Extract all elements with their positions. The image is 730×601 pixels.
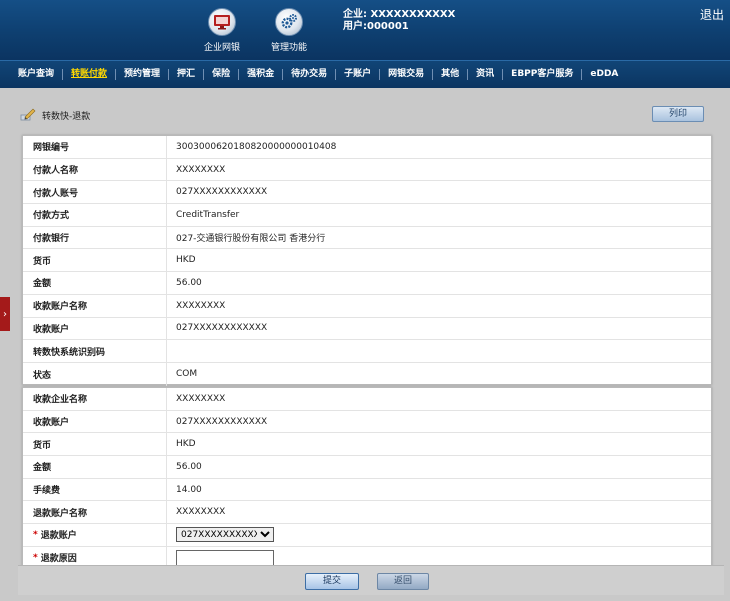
refund-row: 货币 HKD	[23, 433, 711, 457]
nav-scheduled[interactable]: 预约管理	[116, 69, 170, 80]
refund-account-row: * 退款账户 027XXXXXXXXXXXX	[23, 524, 711, 547]
refund-row: 退款账户名称 XXXXXXXX	[23, 501, 711, 525]
nav-info[interactable]: 资讯	[468, 69, 504, 80]
nav-insurance[interactable]: 保险	[204, 69, 240, 80]
main-nav: 账户查询 转账付款 预约管理 押汇 保险 强积金 待办交易 子账户 网银交易 其…	[0, 60, 730, 88]
detail-row: 收款账户名称 XXXXXXXX	[23, 294, 711, 318]
detail-row: 转数快系统识别码	[23, 340, 711, 363]
company-name: 企业: XXXXXXXXXXX	[343, 9, 456, 20]
detail-row: 付款人账号 027XXXXXXXXXXXX	[23, 181, 711, 205]
refund-panel: 收款企业名称 XXXXXXXX 收款账户 027XXXXXXXXXXXX 货币 HKD…	[22, 387, 712, 567]
detail-row: 付款银行 027-交通银行股份有限公司 香港分行	[23, 226, 711, 250]
management-label: 管理功能	[270, 43, 307, 53]
corporate-banking-label: 企业网银	[203, 43, 240, 53]
nav-edda[interactable]: eDDA	[582, 69, 626, 80]
back-button[interactable]: 返回	[377, 573, 429, 590]
management-button[interactable]: 管理功能	[264, 8, 314, 53]
page-title-text: 转数快-退款	[42, 112, 91, 122]
monitor-icon	[208, 8, 236, 36]
detail-row: 付款方式 CreditTransfer	[23, 204, 711, 227]
detail-row: 状态 COM	[23, 362, 711, 386]
top-header: 企业网银 管理功能 企业: XXXXXXXXXXX 用户:000001 退出	[0, 0, 730, 60]
detail-row: 网银编号 3003000620180820000000010408	[23, 136, 711, 159]
chevron-right-icon: ›	[3, 308, 7, 320]
user-info: 企业: XXXXXXXXXXX 用户:000001	[343, 9, 455, 33]
page-title: 转数快-退款	[20, 107, 90, 124]
refund-reason-input[interactable]	[176, 549, 274, 566]
detail-row: 金额 56.00	[23, 272, 711, 295]
required-mark: *	[33, 529, 38, 540]
refund-account-label: 退款账户	[40, 531, 77, 542]
refund-account-select[interactable]: 027XXXXXXXXXXXX	[176, 527, 274, 543]
refund-row: 手续费 14.00	[23, 478, 711, 502]
nav-other[interactable]: 其他	[433, 69, 469, 80]
print-button[interactable]: 列印	[652, 106, 704, 122]
detail-row: 付款人名称 XXXXXXXX	[23, 158, 711, 182]
action-bar: 提交 返回	[18, 565, 724, 595]
corporate-banking-button[interactable]: 企业网银	[197, 8, 247, 53]
refund-reason-label: 退款原因	[40, 554, 77, 565]
nav-pending[interactable]: 待办交易	[283, 69, 337, 80]
nav-mpf[interactable]: 强积金	[239, 69, 284, 80]
nav-account-inquiry[interactable]: 账户查询	[10, 69, 64, 80]
required-mark: *	[33, 552, 38, 563]
refund-row: 金额 56.00	[23, 456, 711, 479]
nav-transfer-payment[interactable]: 转账付款	[63, 69, 117, 80]
nav-ebanking-txn[interactable]: 网银交易	[380, 69, 434, 80]
nav-sub-account[interactable]: 子账户	[336, 69, 381, 80]
refund-row: 收款账户 027XXXXXXXXXXXX	[23, 410, 711, 434]
detail-row: 收款账户 027XXXXXXXXXXXX	[23, 317, 711, 341]
gears-icon	[275, 8, 303, 36]
nav-ebpp[interactable]: EBPP客户服务	[503, 69, 583, 80]
user-id: 用户:000001	[343, 21, 409, 32]
refund-row: 收款企业名称 XXXXXXXX	[23, 388, 711, 411]
submit-button[interactable]: 提交	[305, 573, 359, 590]
refund-reason-row: * 退款原因	[23, 546, 711, 566]
original-transaction-panel: 网银编号 3003000620180820000000010408 付款人名称 XX…	[22, 135, 712, 386]
logout-link[interactable]: 退出	[700, 6, 724, 23]
detail-row: 货币 HKD	[23, 249, 711, 273]
main-content: 转数快-退款 列印 网银编号 30030006201808200000000104…	[8, 97, 724, 597]
nav-trade-finance[interactable]: 押汇	[169, 69, 205, 80]
edit-pen-icon	[20, 107, 36, 124]
